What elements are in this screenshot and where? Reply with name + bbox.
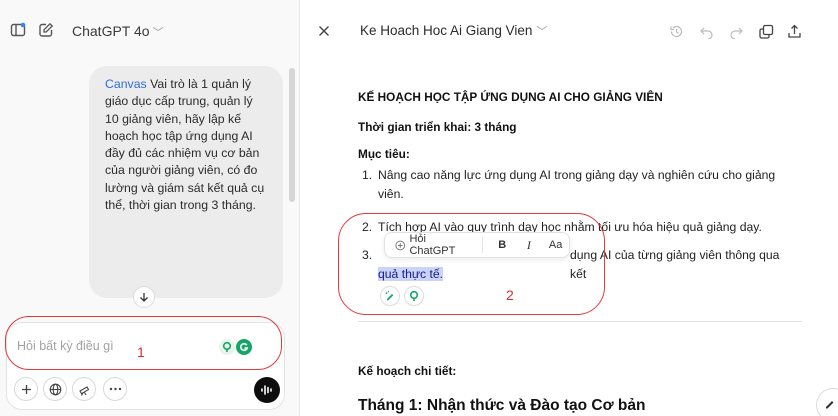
goals-label: Mục tiêu: — [358, 147, 410, 161]
chevron-down-icon: ﹀ — [536, 26, 548, 38]
annotation-oval-1 — [5, 316, 282, 370]
canvas-header: Ke Hoach Hoc Ai Giang Vien ﹀ — [300, 0, 838, 52]
web-search-button[interactable] — [43, 377, 67, 401]
annotation-label-1: 1 — [137, 344, 145, 360]
model-name: ChatGPT 4o — [72, 23, 150, 39]
sidebar-toggle-icon[interactable] — [8, 20, 28, 40]
document-heading: KẾ HOẠCH HỌC TẬP ỨNG DỤNG AI CHO GIẢNG V… — [358, 90, 663, 104]
user-message-bubble: Canvas Vai trò là 1 quản lý giáo dục cấp… — [89, 66, 283, 298]
model-selector[interactable]: ChatGPT 4o ﹀ — [72, 23, 164, 40]
chat-header: ChatGPT 4o ﹀ — [0, 0, 300, 52]
goal-item: 1. Nâng cao năng lực ứng dụng AI trong gi… — [362, 166, 802, 204]
telescope-icon — [78, 385, 89, 396]
globe-icon — [49, 383, 61, 395]
share-icon[interactable] — [784, 21, 804, 41]
user-message-text: Vai trò là 1 quản lý giáo dục cấp trung,… — [105, 77, 265, 213]
canvas-tag[interactable]: Canvas — [105, 77, 147, 91]
canvas-panel: Ke Hoach Hoc Ai Giang Vien ﹀ KẾ HOẠCH HỌC… — [300, 0, 838, 416]
duration-line: Thời gian triển khai: 3 tháng — [358, 120, 517, 134]
more-tools-button[interactable] — [103, 377, 127, 401]
reason-button[interactable] — [72, 377, 96, 401]
arrow-down-icon — [140, 293, 148, 302]
detail-plan-label: Kế hoạch chi tiết: — [358, 364, 457, 378]
goal-number: 1. — [362, 168, 373, 182]
history-icon[interactable] — [666, 21, 686, 41]
add-attachment-button[interactable] — [14, 377, 38, 401]
chevron-down-icon: ﹀ — [152, 27, 164, 39]
waveform-icon — [261, 385, 272, 395]
month-1-heading: Tháng 1: Nhận thức và Đào tạo Cơ bản — [358, 397, 646, 414]
close-icon[interactable] — [314, 21, 334, 41]
annotation-oval-2 — [338, 213, 605, 315]
document-title[interactable]: Ke Hoach Hoc Ai Giang Vien ﹀ — [360, 23, 547, 39]
goal-text: Nâng cao năng lực ứng dụng AI trong giản… — [378, 168, 776, 201]
new-chat-icon[interactable] — [36, 20, 56, 40]
annotation-label-2: 2 — [506, 287, 514, 303]
copy-icon[interactable] — [756, 21, 776, 41]
redo-icon[interactable] — [726, 21, 746, 41]
more-icon — [109, 387, 121, 391]
pencil-icon — [826, 401, 834, 409]
plus-icon — [21, 384, 31, 394]
undo-icon[interactable] — [696, 21, 716, 41]
document-title-text: Ke Hoach Hoc Ai Giang Vien — [360, 23, 533, 38]
section-divider — [358, 321, 802, 322]
voice-mode-button[interactable] — [254, 377, 280, 403]
chat-scrollbar[interactable] — [289, 68, 295, 202]
scroll-down-button[interactable] — [133, 286, 155, 308]
